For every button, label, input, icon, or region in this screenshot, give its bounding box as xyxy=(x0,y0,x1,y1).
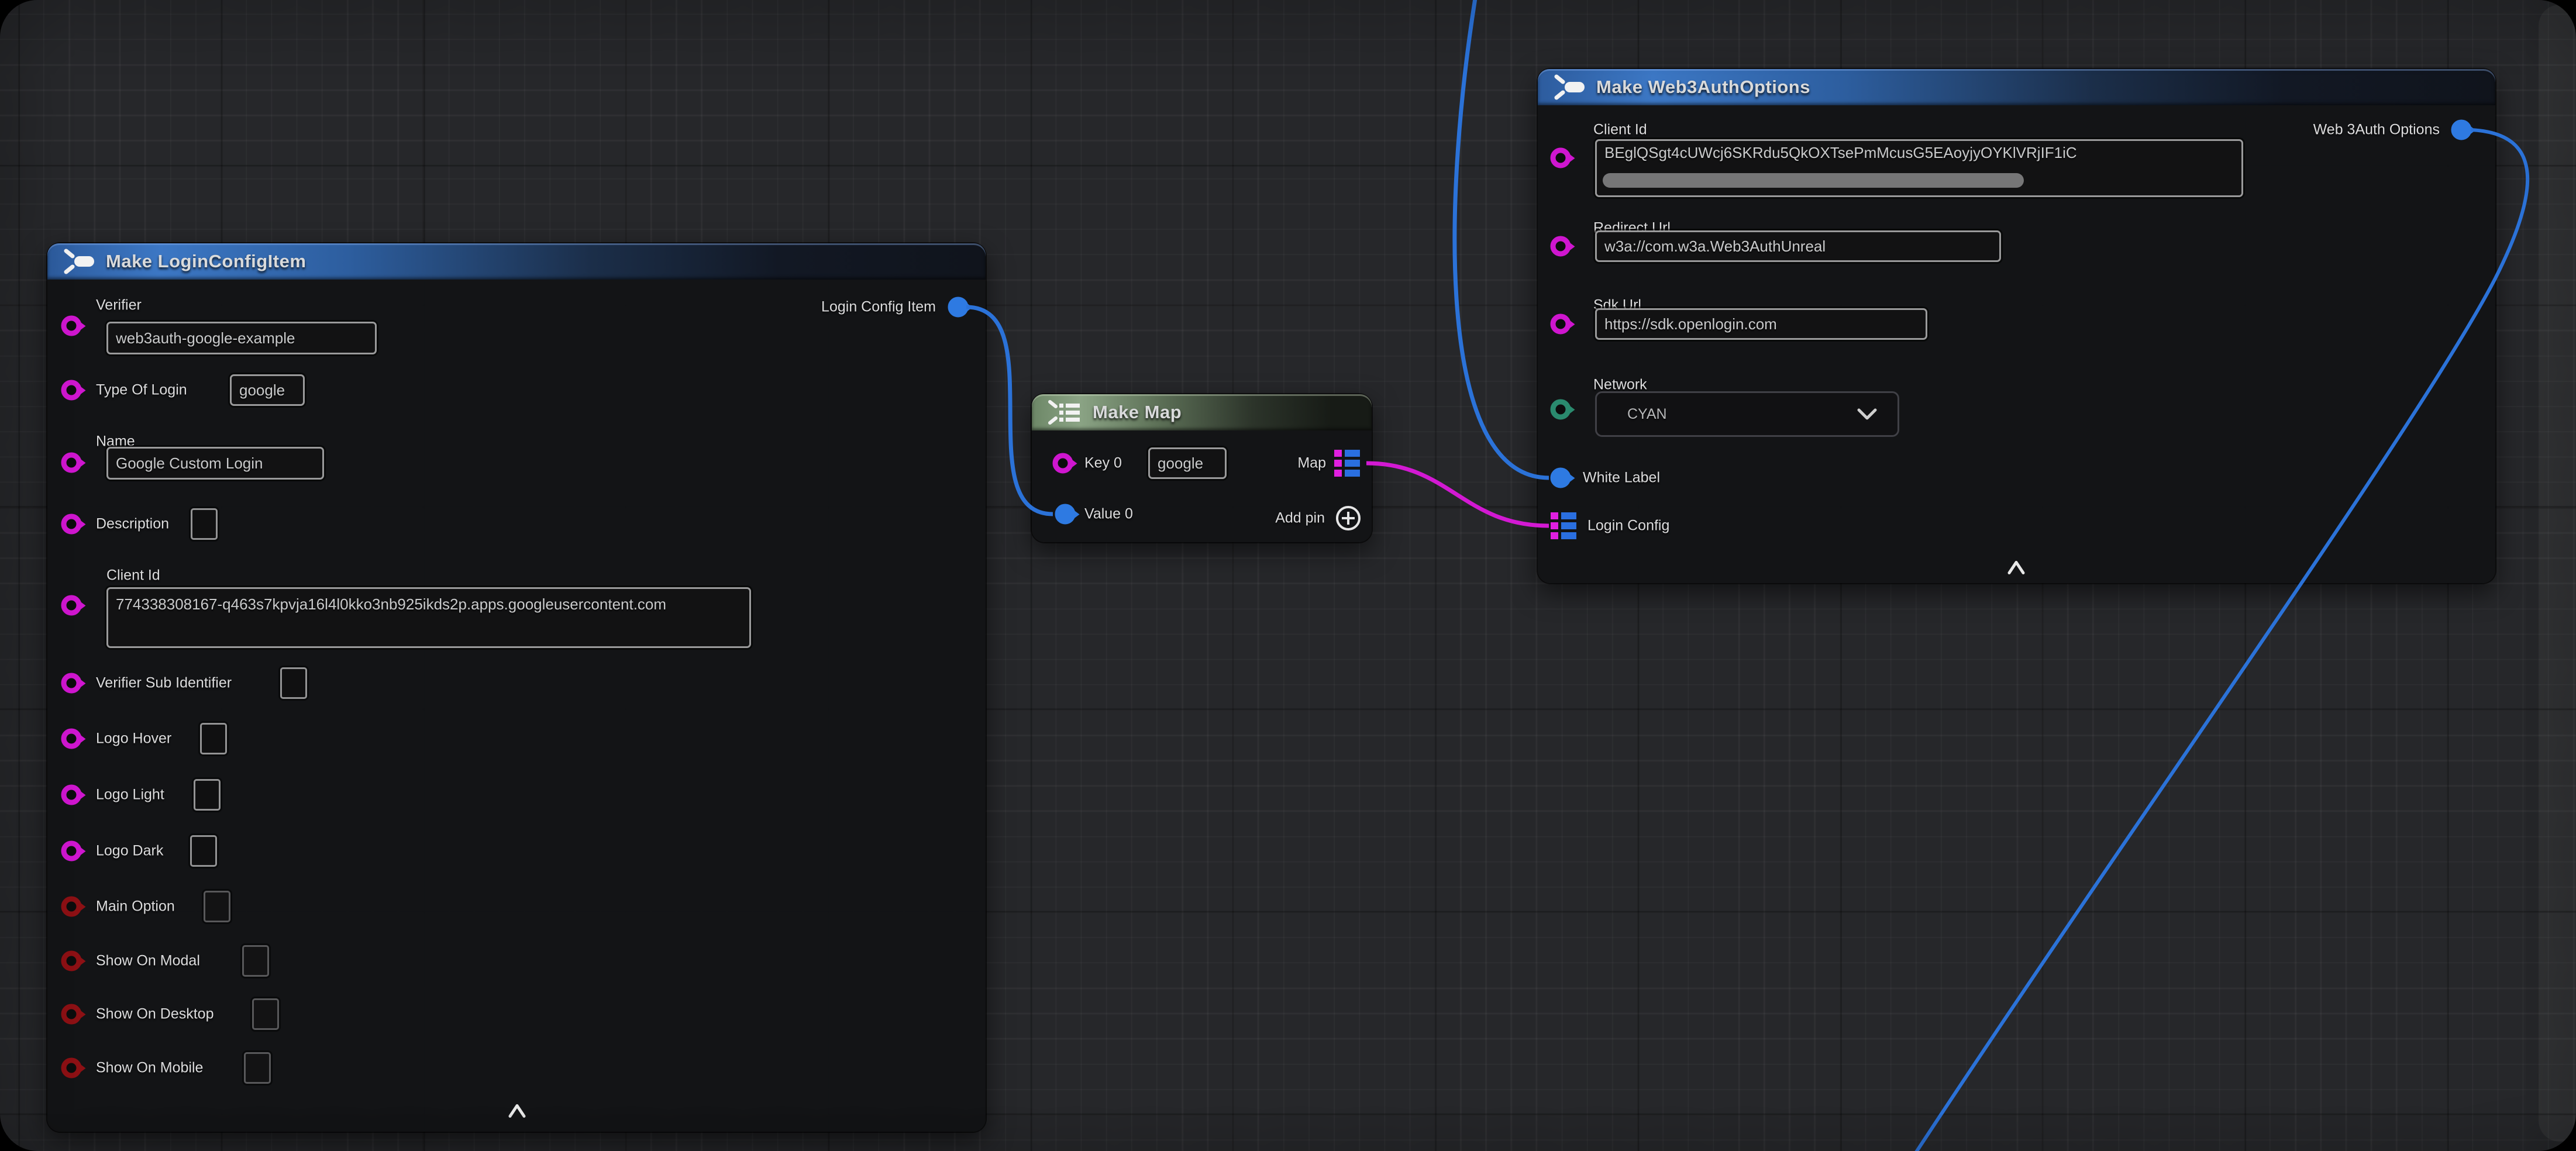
input-pin-logo-light[interactable] xyxy=(61,785,82,805)
client-id-scrollbar[interactable] xyxy=(1603,173,2024,188)
input-pin-redirect-url[interactable] xyxy=(1551,236,1571,257)
add-pin-icon[interactable] xyxy=(1336,506,1361,530)
pin-label-show-on-modal: Show On Modal xyxy=(96,953,200,970)
input-pin-white-label[interactable] xyxy=(1551,468,1571,488)
logo-light-input[interactable] xyxy=(194,779,221,811)
pin-label-main-option: Main Option xyxy=(96,898,175,915)
input-pin-login-config[interactable] xyxy=(1551,512,1576,539)
pin-label-show-on-mobile: Show On Mobile xyxy=(96,1060,203,1077)
show-on-modal-checkbox[interactable] xyxy=(242,945,269,977)
input-pin-type-of-login[interactable] xyxy=(61,380,82,401)
input-pin-name[interactable] xyxy=(61,453,82,473)
input-pin-key-0[interactable] xyxy=(1053,453,1073,474)
chevron-down-icon xyxy=(1854,406,1880,422)
pin-label-logo-dark: Logo Dark xyxy=(96,843,163,860)
logo-dark-input[interactable] xyxy=(190,835,217,867)
node-header-make-map[interactable]: Make Map xyxy=(1032,394,1372,430)
show-on-mobile-checkbox[interactable] xyxy=(244,1052,271,1084)
output-pin-label-map: Map xyxy=(1297,455,1326,472)
input-pin-logo-dark[interactable] xyxy=(61,841,82,861)
input-pin-verifier[interactable] xyxy=(61,316,82,336)
network-selected-value: CYAN xyxy=(1627,406,1667,423)
pin-label-verifier-sub-identifier: Verifier Sub Identifier xyxy=(96,675,232,692)
node-header-make-web3authoptions[interactable]: Make Web3AuthOptions xyxy=(1538,69,2495,105)
sdk-url-input[interactable]: https://sdk.openlogin.com xyxy=(1595,308,1927,340)
network-dropdown[interactable]: CYAN xyxy=(1595,391,1899,437)
collapse-chevron-icon[interactable] xyxy=(506,1102,528,1123)
input-pin-main-option[interactable] xyxy=(61,897,82,917)
node-make-web3authoptions[interactable]: Make Web3AuthOptions Web 3Auth Options C… xyxy=(1538,69,2495,583)
verifier-sub-identifier-input[interactable] xyxy=(280,667,307,699)
pin-label-logo-hover: Logo Hover xyxy=(96,730,171,747)
node-header-make-loginconfigitem[interactable]: Make LoginConfigItem xyxy=(47,243,986,280)
output-pin-label: Login Config Item xyxy=(821,299,936,316)
client-id-input[interactable]: 774338308167-q463s7kpvja16l4l0kko3nb925i… xyxy=(106,587,751,648)
collapse-chevron-icon[interactable] xyxy=(2005,559,2027,580)
key-0-input[interactable]: google xyxy=(1148,447,1227,479)
add-pin-label: Add pin xyxy=(1275,510,1325,527)
client-id-input[interactable]: BEglQSgt4cUWcj6SKRdu5QkOXTsePmMcusG5EAoy… xyxy=(1595,139,2243,197)
input-pin-verifier-sub-identifier[interactable] xyxy=(61,673,82,694)
pin-label-white-label: White Label xyxy=(1583,470,1660,487)
input-pin-client-id[interactable] xyxy=(61,595,82,616)
output-pin-web3auth-options[interactable] xyxy=(2451,120,2472,140)
type-of-login-input[interactable]: google xyxy=(230,374,305,406)
make-map-icon xyxy=(1046,398,1082,427)
logo-hover-input[interactable] xyxy=(200,723,227,754)
main-option-checkbox[interactable] xyxy=(204,891,230,922)
input-pin-show-on-desktop[interactable] xyxy=(61,1004,82,1025)
node-make-map[interactable]: Make Map Key 0 google Map Value 0 Add pi… xyxy=(1032,394,1372,542)
name-input[interactable]: Google Custom Login xyxy=(106,447,324,480)
pin-label-type-of-login: Type Of Login xyxy=(96,382,187,399)
pin-label-client-id: Client Id xyxy=(1593,122,1647,139)
input-pin-logo-hover[interactable] xyxy=(61,729,82,749)
pin-label-key-0: Key 0 xyxy=(1084,455,1122,472)
node-title: Make Web3AuthOptions xyxy=(1596,77,1810,98)
node-make-loginconfigitem[interactable]: Make LoginConfigItem Login Config Item V… xyxy=(47,243,986,1132)
input-pin-sdk-url[interactable] xyxy=(1551,314,1571,335)
redirect-url-input[interactable]: w3a://com.w3a.Web3AuthUnreal xyxy=(1595,230,2001,262)
pin-label-logo-light: Logo Light xyxy=(96,787,164,804)
node-title: Make Map xyxy=(1093,402,1182,423)
output-pin-map[interactable] xyxy=(1334,450,1360,477)
show-on-desktop-checkbox[interactable] xyxy=(252,998,279,1030)
pin-label-client-id: Client Id xyxy=(106,567,160,584)
input-pin-value-0[interactable] xyxy=(1055,504,1076,525)
make-struct-icon xyxy=(61,247,95,276)
input-pin-client-id[interactable] xyxy=(1551,148,1571,168)
pin-label-value-0: Value 0 xyxy=(1084,506,1133,523)
make-struct-icon xyxy=(1552,73,1586,102)
verifier-input[interactable]: web3auth-google-example xyxy=(106,322,377,354)
node-title: Make LoginConfigItem xyxy=(106,251,306,272)
input-pin-show-on-mobile[interactable] xyxy=(61,1058,82,1078)
pin-label-show-on-desktop: Show On Desktop xyxy=(96,1006,214,1023)
pin-label-verifier: Verifier xyxy=(96,297,142,314)
input-pin-network[interactable] xyxy=(1551,399,1571,420)
output-pin-label: Web 3Auth Options xyxy=(2313,122,2440,139)
output-pin-login-config-item[interactable] xyxy=(948,297,969,318)
description-input[interactable] xyxy=(191,508,218,540)
blueprint-canvas[interactable]: Make LoginConfigItem Login Config Item V… xyxy=(0,0,2576,1151)
input-pin-show-on-modal[interactable] xyxy=(61,951,82,971)
pin-label-login-config: Login Config xyxy=(1587,518,1669,535)
input-pin-description[interactable] xyxy=(61,514,82,535)
pin-label-description: Description xyxy=(96,516,169,533)
